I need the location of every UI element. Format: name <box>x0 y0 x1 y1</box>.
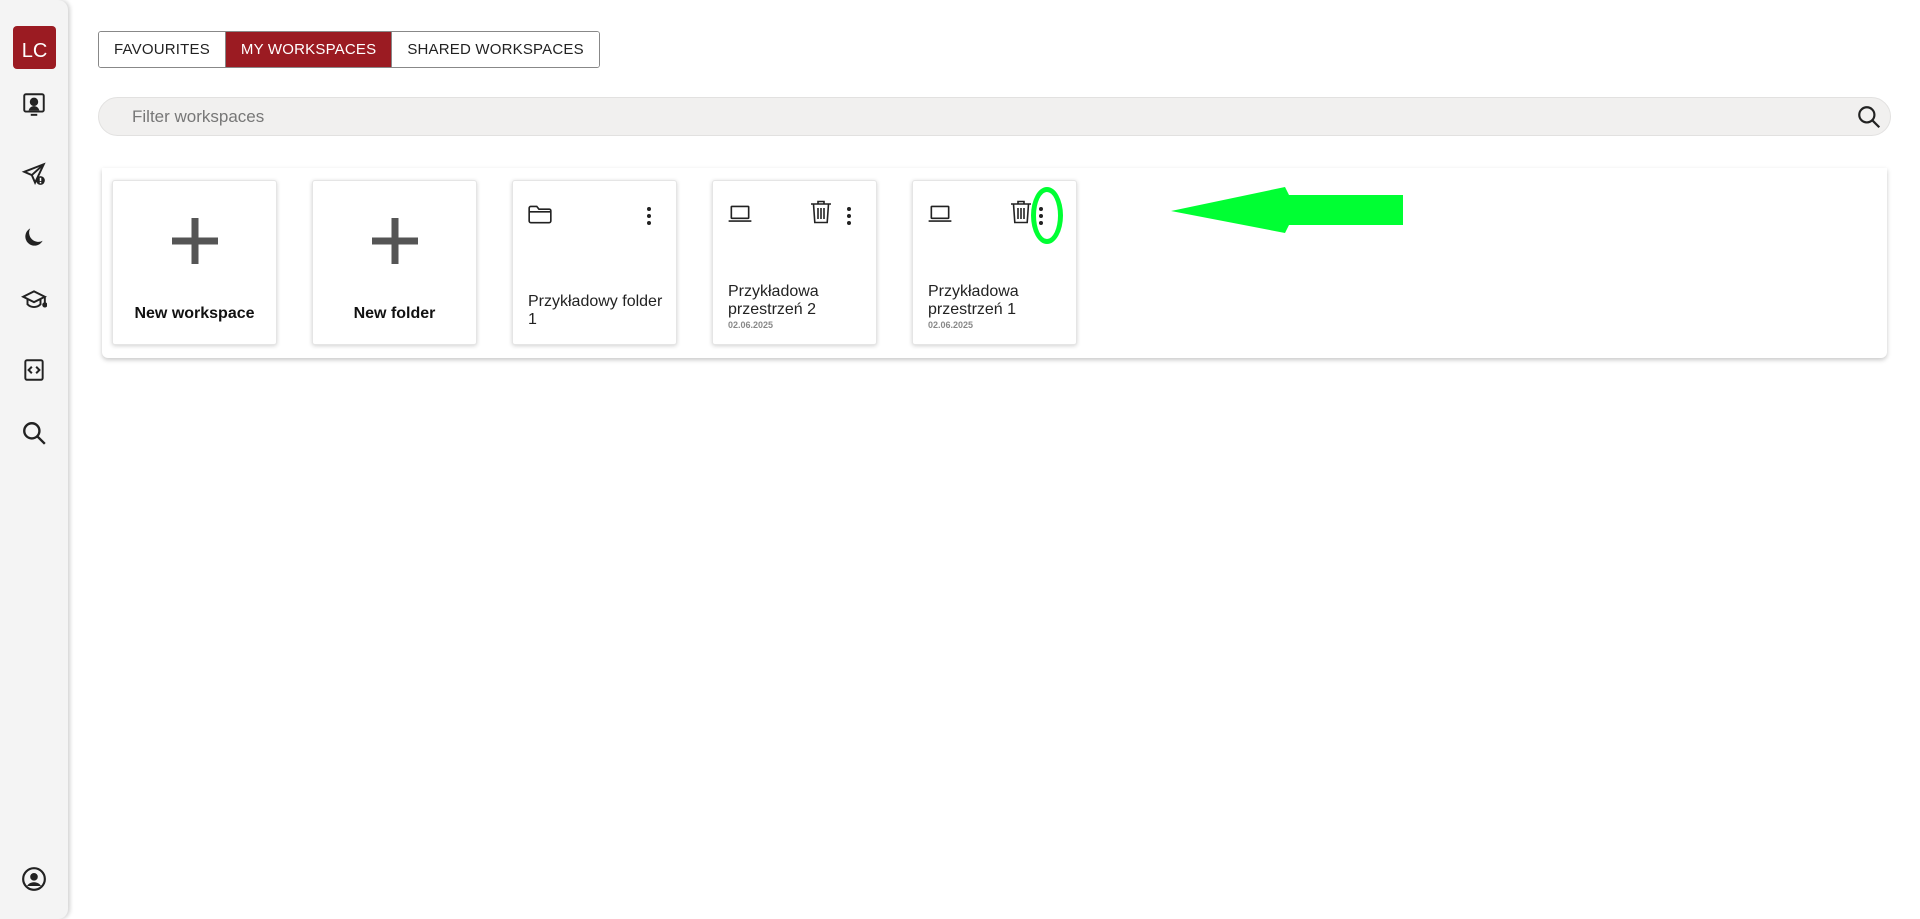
tab-favourites[interactable]: FAVOURITES <box>99 32 226 67</box>
workspace-grid: New workspace New folder Przykładowy fol… <box>102 168 1887 358</box>
card-title: Przykładowa przestrzeń 2 <box>728 283 819 318</box>
filter-search-icon[interactable] <box>1856 104 1882 130</box>
moon-icon[interactable] <box>19 222 49 252</box>
avatar-initials: LC <box>21 40 48 62</box>
kebab-menu-icon[interactable] <box>845 205 853 227</box>
plus-icon <box>172 218 218 264</box>
filter-bar <box>98 97 1891 136</box>
folder-icon <box>528 205 552 224</box>
trash-icon[interactable] <box>809 199 833 225</box>
card-title: Przykładowy folder 1 <box>528 293 663 328</box>
new-workspace-label: New workspace <box>134 305 255 322</box>
kebab-menu-icon[interactable] <box>1037 205 1045 227</box>
workspace-card[interactable]: Przykładowa przestrzeń 1 02.06.2025 <box>912 180 1077 345</box>
card-date: 02.06.2025 <box>928 320 974 330</box>
folder-card[interactable]: Przykładowy folder 1 <box>512 180 677 345</box>
laptop-icon <box>728 205 752 222</box>
plus-icon <box>372 218 418 264</box>
tab-shared-workspaces[interactable]: SHARED WORKSPACES <box>392 32 599 67</box>
sidebar: LC <box>0 0 68 919</box>
tab-my-workspaces[interactable]: MY WORKSPACES <box>225 32 393 67</box>
avatar[interactable]: LC <box>13 26 56 69</box>
presentation-icon[interactable] <box>19 89 49 119</box>
kebab-menu-icon[interactable] <box>645 205 653 227</box>
card-title: Przykładowa przestrzeń 1 <box>928 283 1019 318</box>
workspace-tabs: FAVOURITES MY WORKSPACES SHARED WORKSPAC… <box>98 31 600 68</box>
workspace-card[interactable]: Przykładowa przestrzeń 2 02.06.2025 <box>712 180 877 345</box>
new-folder-label: New folder <box>353 305 436 322</box>
graduation-cap-icon[interactable] <box>19 285 49 315</box>
search-icon[interactable] <box>19 418 49 448</box>
laptop-icon <box>928 205 952 222</box>
card-date: 02.06.2025 <box>728 320 774 330</box>
new-folder-card[interactable]: New folder <box>312 180 477 345</box>
send-alert-icon[interactable] <box>19 159 49 189</box>
user-circle-icon[interactable] <box>19 864 49 894</box>
filter-workspaces-input[interactable] <box>130 98 1830 135</box>
code-file-icon[interactable] <box>19 355 49 385</box>
trash-icon[interactable] <box>1009 199 1033 225</box>
new-workspace-card[interactable]: New workspace <box>112 180 277 345</box>
